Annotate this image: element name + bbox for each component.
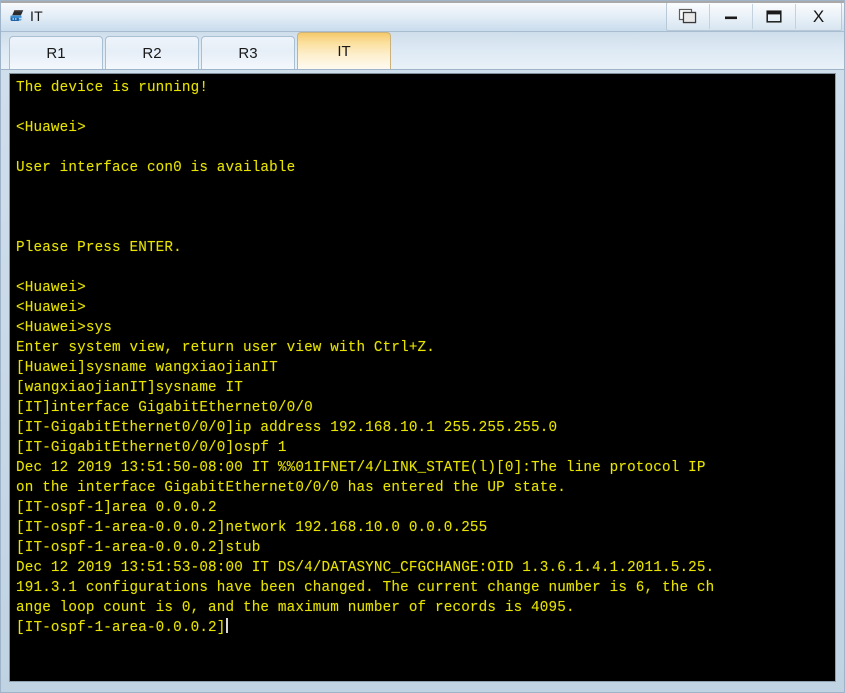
tab-strip: R1 R2 R3 IT [1, 32, 844, 70]
maximize-icon [766, 9, 782, 23]
terminal-line: Dec 12 2019 13:51:50-08:00 IT %%01IFNET/… [16, 460, 706, 476]
terminal-line: <Huawei> [16, 280, 86, 296]
terminal-line: The device is running! [16, 80, 209, 96]
close-icon-label: X [812, 6, 825, 26]
terminal-cursor [225, 618, 228, 633]
terminal-line: [IT-ospf-1-area-0.0.0.2]stub [16, 540, 261, 556]
terminal-line: Please Press ENTER. [16, 240, 182, 256]
tab-r2[interactable]: R2 [105, 36, 199, 69]
minimize-icon [725, 16, 737, 20]
terminal-line: ange loop count is 0, and the maximum nu… [16, 600, 575, 616]
tab-r1[interactable]: R1 [9, 36, 103, 69]
terminal-prompt-line[interactable]: [IT-ospf-1-area-0.0.0.2] [16, 618, 831, 638]
terminal-application-window: IT X R1 R2 R3 IT The device is running! … [0, 0, 845, 693]
window-controls: X [666, 1, 842, 31]
terminal-line: [IT-ospf-1]area 0.0.0.2 [16, 500, 217, 516]
terminal-line: User interface con0 is available [16, 160, 296, 176]
terminal-line: [IT]interface GigabitEthernet0/0/0 [16, 400, 313, 416]
tab-r3[interactable]: R3 [201, 36, 295, 69]
terminal-line: on the interface GigabitEthernet0/0/0 ha… [16, 480, 566, 496]
terminal-line: [IT-GigabitEthernet0/0/0]ip address 192.… [16, 420, 558, 436]
tab-label: R1 [46, 44, 66, 62]
close-button[interactable]: X [796, 4, 841, 29]
tab-it[interactable]: IT [297, 32, 391, 69]
terminal-line: <Huawei> [16, 120, 86, 136]
maximize-button[interactable] [753, 3, 796, 29]
window-title: IT [30, 7, 43, 24]
tab-label: R3 [238, 44, 258, 62]
title-bar: IT X [1, 1, 844, 32]
tab-label: IT [337, 42, 351, 60]
restore-windows-button[interactable] [667, 3, 710, 29]
terminal-line: [Huawei]sysname wangxiaojianIT [16, 360, 278, 376]
terminal-frame: The device is running! <Huawei> User int… [1, 70, 844, 692]
terminal-line: Enter system view, return user view with… [16, 340, 436, 356]
cascade-windows-icon [678, 8, 697, 23]
terminal-line: [IT-ospf-1-area-0.0.0.2]network 192.168.… [16, 520, 488, 536]
terminal-line: 191.3.1 configurations have been changed… [16, 580, 715, 596]
terminal-line: Dec 12 2019 13:51:53-08:00 IT DS/4/DATAS… [16, 560, 715, 576]
terminal-line: [IT-GigabitEthernet0/0/0]ospf 1 [16, 440, 287, 456]
terminal-border: The device is running! <Huawei> User int… [9, 73, 836, 682]
tab-label: R2 [142, 44, 162, 62]
terminal-line: [wangxiaojianIT]sysname IT [16, 380, 243, 396]
terminal-line: <Huawei> [16, 300, 86, 316]
terminal-line: <Huawei>sys [16, 320, 113, 336]
terminal-prompt-text: [IT-ospf-1-area-0.0.0.2] [16, 620, 226, 636]
router-device-icon [10, 10, 24, 21]
terminal-console-output[interactable]: The device is running! <Huawei> User int… [10, 74, 835, 681]
minimize-button[interactable] [710, 3, 753, 29]
